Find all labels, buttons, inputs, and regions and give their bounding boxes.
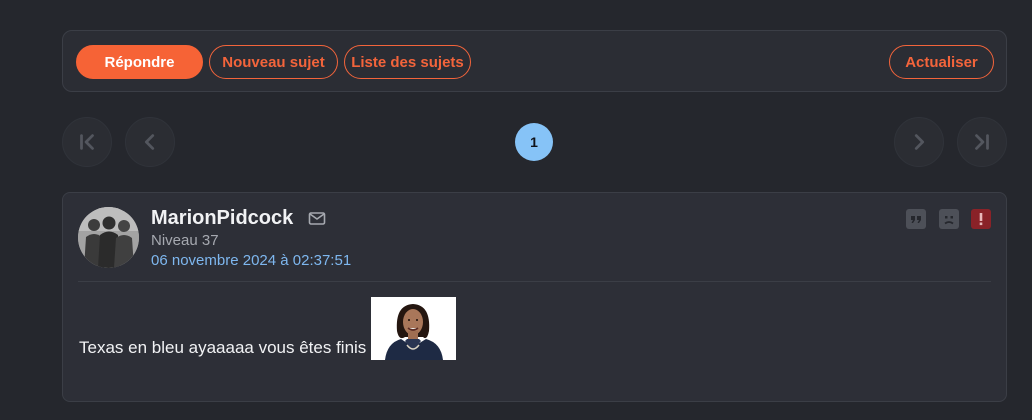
last-page-icon xyxy=(975,134,989,150)
quote-icon xyxy=(911,216,921,223)
avatar-image xyxy=(78,207,139,268)
last-page-button[interactable] xyxy=(957,117,1007,167)
current-page-indicator[interactable]: 1 xyxy=(515,123,553,161)
forum-post: MarionPidcock Niveau 37 06 novembre 2024… xyxy=(62,192,1007,402)
first-page-button[interactable] xyxy=(62,117,112,167)
sad-face-button[interactable] xyxy=(939,209,959,229)
topic-list-button[interactable]: Liste des sujets xyxy=(344,45,471,79)
quote-button[interactable] xyxy=(906,209,926,229)
reply-button[interactable]: Répondre xyxy=(76,45,203,79)
sad-face-icon xyxy=(944,216,954,225)
forum-toolbar: Répondre Nouveau sujet Liste des sujets … xyxy=(62,30,1007,92)
first-page-icon xyxy=(80,134,94,150)
post-date-link[interactable]: 06 novembre 2024 à 02:37:51 xyxy=(151,252,351,269)
chevron-right-icon xyxy=(914,134,925,150)
avatar[interactable] xyxy=(78,207,139,268)
new-topic-button[interactable]: Nouveau sujet xyxy=(209,45,338,79)
post-message-text: Texas en bleu ayaaaaa vous êtes finis xyxy=(79,338,367,357)
chevron-left-icon xyxy=(144,134,155,150)
post-divider xyxy=(78,281,991,282)
refresh-button[interactable]: Actualiser xyxy=(889,45,994,79)
sticker-image[interactable] xyxy=(371,297,457,360)
previous-page-button[interactable] xyxy=(125,117,175,167)
report-button[interactable] xyxy=(971,209,991,229)
author-level: Niveau 37 xyxy=(151,232,219,249)
post-message: Texas en bleu ayaaaaa vous êtes finis xyxy=(79,297,457,360)
alert-icon xyxy=(979,213,983,226)
mail-icon[interactable] xyxy=(308,211,326,227)
post-author[interactable]: MarionPidcock xyxy=(151,207,293,230)
next-page-button[interactable] xyxy=(894,117,944,167)
